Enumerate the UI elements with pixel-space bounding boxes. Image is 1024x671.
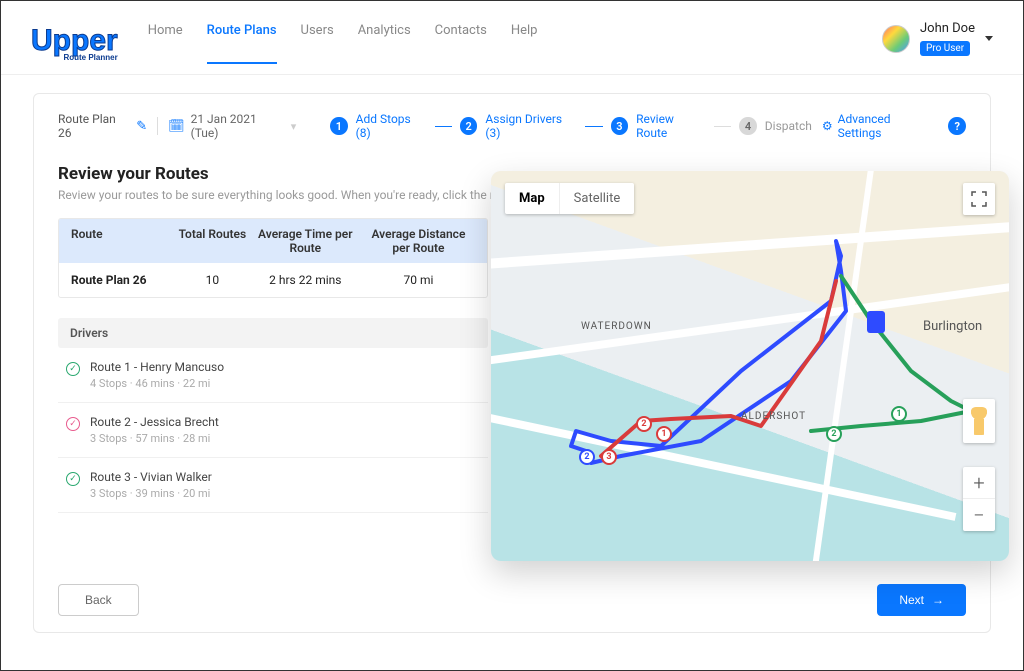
nav-analytics[interactable]: Analytics bbox=[358, 23, 411, 64]
advanced-settings-label: Advanced Settings bbox=[838, 112, 935, 140]
help-button[interactable]: ? bbox=[948, 117, 966, 135]
avatar bbox=[882, 25, 910, 53]
driver-row[interactable]: ✓ Route 3 - Vivian Walker 3 Stops · 39 m… bbox=[58, 458, 488, 513]
nav-contacts[interactable]: Contacts bbox=[435, 23, 487, 64]
drivers-header: Drivers bbox=[58, 318, 488, 348]
summary-header-row: Route Total Routes Average Time per Rout… bbox=[59, 219, 487, 263]
advanced-settings-link[interactable]: ⚙ Advanced Settings bbox=[822, 112, 935, 140]
step-4-circle[interactable]: 4 bbox=[739, 117, 756, 135]
col-route: Route bbox=[71, 227, 176, 255]
user-meta: John Doe Pro User bbox=[920, 21, 975, 56]
map-panel[interactable]: 2 3 1 2 1 2 WATERDOWN ALDERSHOT Burlingt… bbox=[491, 171, 1009, 561]
gear-icon: ⚙ bbox=[822, 119, 833, 133]
driver-row[interactable]: ✓ Route 1 - Henry Mancuso 4 Stops · 46 m… bbox=[58, 348, 488, 403]
plan-name: Route Plan 26 bbox=[58, 112, 130, 140]
pegman-icon bbox=[970, 407, 988, 435]
step-1-circle[interactable]: 1 bbox=[330, 117, 347, 135]
map-flag-icon bbox=[867, 311, 885, 333]
date-picker[interactable]: 🗓 21 Jan 2021 (Tue) ▾ bbox=[168, 112, 296, 140]
nav-links: Home Route Plans Users Analytics Contact… bbox=[148, 23, 882, 64]
arrow-right-icon: → bbox=[932, 593, 944, 607]
nav-home[interactable]: Home bbox=[148, 23, 183, 64]
brand-name: Upper bbox=[31, 24, 118, 57]
step-line bbox=[435, 126, 452, 127]
map-pin: 3 bbox=[601, 449, 617, 465]
plan-name-group: Route Plan 26 ✎ bbox=[58, 112, 147, 140]
check-icon: ✓ bbox=[66, 362, 80, 376]
zoom-in-button[interactable]: + bbox=[963, 467, 995, 499]
col-total: Total Routes bbox=[176, 227, 249, 255]
pegman-button[interactable] bbox=[963, 399, 995, 443]
plan-date: 21 Jan 2021 (Tue) bbox=[191, 112, 285, 140]
fullscreen-button[interactable] bbox=[963, 183, 995, 215]
chevron-down-icon: ▾ bbox=[291, 120, 297, 133]
cell-avg-time: 2 hrs 22 mins bbox=[249, 273, 362, 287]
user-area[interactable]: John Doe Pro User bbox=[882, 21, 993, 56]
fullscreen-icon bbox=[971, 191, 987, 207]
next-button[interactable]: Next → bbox=[877, 584, 966, 616]
map-pin: 1 bbox=[656, 426, 672, 442]
plan-bar-right: ⚙ Advanced Settings ? bbox=[822, 112, 966, 140]
map-pin: 2 bbox=[579, 449, 595, 465]
driver-title: Route 3 - Vivian Walker bbox=[90, 470, 212, 484]
nav-route-plans[interactable]: Route Plans bbox=[207, 23, 277, 64]
driver-meta: 3 Stops · 57 mins · 28 mi bbox=[90, 432, 219, 445]
driver-title: Route 1 - Henry Mancuso bbox=[90, 360, 224, 374]
user-badge: Pro User bbox=[920, 41, 970, 56]
cell-route: Route Plan 26 bbox=[71, 273, 176, 287]
divider bbox=[157, 117, 158, 135]
plan-bar: Route Plan 26 ✎ 🗓 21 Jan 2021 (Tue) ▾ 1 … bbox=[58, 112, 966, 140]
map-type-satellite[interactable]: Satellite bbox=[559, 183, 635, 214]
map-pin: 1 bbox=[891, 406, 907, 422]
top-nav: Upper Route Planner Home Route Plans Use… bbox=[1, 1, 1023, 75]
nav-help[interactable]: Help bbox=[511, 23, 538, 64]
col-avg-dist: Average Distance per Route bbox=[362, 227, 475, 255]
cell-avg-dist: 70 mi bbox=[362, 273, 475, 287]
map-city-label: Burlington bbox=[923, 319, 982, 334]
route-green bbox=[491, 171, 1009, 561]
check-icon: ✓ bbox=[66, 417, 80, 431]
step-3-label[interactable]: Review Route bbox=[636, 112, 706, 140]
footer-actions: Back Next → bbox=[58, 584, 966, 616]
zoom-control: + − bbox=[963, 467, 995, 531]
map-type-switch: Map Satellite bbox=[505, 183, 634, 214]
zoom-out-button[interactable]: − bbox=[963, 499, 995, 531]
back-button[interactable]: Back bbox=[58, 584, 139, 616]
check-icon: ✓ bbox=[66, 472, 80, 486]
map-type-map[interactable]: Map bbox=[505, 183, 559, 214]
summary-table: Route Total Routes Average Time per Rout… bbox=[58, 218, 488, 298]
map-city-label: ALDERSHOT bbox=[741, 411, 806, 422]
step-2-circle[interactable]: 2 bbox=[460, 117, 477, 135]
calendar-icon: 🗓 bbox=[168, 119, 185, 134]
step-3-circle[interactable]: 3 bbox=[611, 117, 628, 135]
brand-logo[interactable]: Upper Route Planner bbox=[31, 26, 118, 62]
summary-data-row: Route Plan 26 10 2 hrs 22 mins 70 mi bbox=[59, 263, 487, 297]
user-name: John Doe bbox=[920, 21, 975, 36]
cell-total: 10 bbox=[176, 273, 249, 287]
map-city-label: WATERDOWN bbox=[581, 321, 652, 332]
chevron-down-icon bbox=[985, 36, 993, 41]
step-line bbox=[585, 126, 602, 127]
map-pin: 2 bbox=[826, 426, 842, 442]
driver-meta: 3 Stops · 39 mins · 20 mi bbox=[90, 487, 212, 500]
next-label: Next bbox=[899, 593, 924, 607]
driver-row[interactable]: ✓ Route 2 - Jessica Brecht 3 Stops · 57 … bbox=[58, 403, 488, 458]
edit-icon[interactable]: ✎ bbox=[136, 119, 147, 134]
nav-users[interactable]: Users bbox=[301, 23, 334, 64]
step-4-label[interactable]: Dispatch bbox=[765, 119, 812, 133]
col-avg-time: Average Time per Route bbox=[249, 227, 362, 255]
map-pin: 2 bbox=[636, 416, 652, 432]
drivers-block: Drivers ✓ Route 1 - Henry Mancuso 4 Stop… bbox=[58, 318, 488, 513]
step-wizard: 1 Add Stops (8) 2 Assign Drivers (3) 3 R… bbox=[330, 112, 812, 140]
step-line bbox=[714, 126, 731, 127]
driver-meta: 4 Stops · 46 mins · 22 mi bbox=[90, 377, 224, 390]
driver-title: Route 2 - Jessica Brecht bbox=[90, 415, 219, 429]
step-2-label[interactable]: Assign Drivers (3) bbox=[485, 112, 577, 140]
step-1-label[interactable]: Add Stops (8) bbox=[356, 112, 427, 140]
